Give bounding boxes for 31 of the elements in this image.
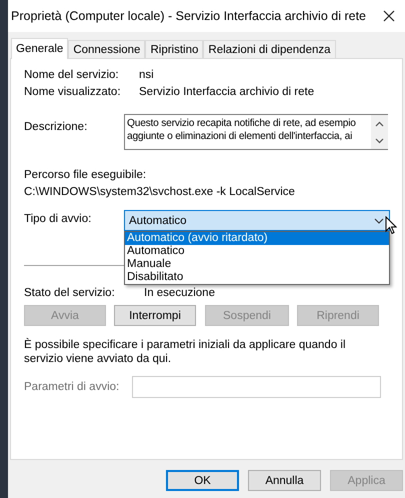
field-value: nsi	[139, 69, 154, 81]
dropdown-option[interactable]: Automatico (avvio ritardato)	[125, 232, 389, 245]
dialog-button[interactable]: OK	[166, 470, 239, 491]
field-label: Parametri di avvio:	[24, 381, 120, 393]
window-title: Proprietà (Computer locale) - Servizio Interfaccia archivio di rete	[11, 9, 366, 23]
chevron-down-icon	[374, 218, 384, 224]
field-label: Tipo di avvio:	[24, 212, 92, 225]
dropdown-option[interactable]: Manuale	[125, 258, 389, 271]
dialog-button[interactable]: Annulla	[248, 470, 321, 491]
dropdown-option[interactable]: Disabilitato	[125, 271, 389, 284]
description-box[interactable]: Questo servizio recapita notifiche di rete, ad esempio aggiunte o eliminazioni di elementi dell'interfaccia, ai	[124, 114, 388, 150]
status-value: In esecuzione	[144, 287, 215, 299]
field-label: Stato del servizio:	[24, 287, 116, 299]
path-value: C:\WINDOWS\system32\svchost.exe -k LocalService	[24, 186, 296, 198]
service-button[interactable]: Interrompi	[114, 305, 196, 326]
tab[interactable]: Generale	[11, 38, 68, 59]
tab[interactable]: Ripristino	[145, 40, 204, 58]
field-label: Percorso file eseguibile:	[24, 169, 148, 181]
hint-text: È possibile specificare i parametri iniziali da applicare quando il servizio viene avviato da qui.	[24, 338, 347, 366]
field-label: Nome del servizio:	[24, 69, 120, 81]
scroll-up-icon[interactable]	[375, 120, 384, 126]
tab[interactable]: Relazioni di dipendenza	[203, 40, 336, 58]
field-value: Servizio Interfaccia archivio di rete	[139, 86, 314, 98]
tab[interactable]: Connessione	[68, 40, 146, 58]
close-icon[interactable]	[383, 10, 395, 22]
scrollbar[interactable]	[371, 115, 388, 149]
field-label: Descrizione:	[24, 120, 88, 133]
scroll-down-icon[interactable]	[375, 138, 384, 144]
field-label: Nome visualizzato:	[24, 86, 122, 98]
startup-type-dropdown[interactable]: Automatico	[124, 210, 390, 231]
dropdown-option[interactable]: Automatico	[125, 245, 389, 258]
